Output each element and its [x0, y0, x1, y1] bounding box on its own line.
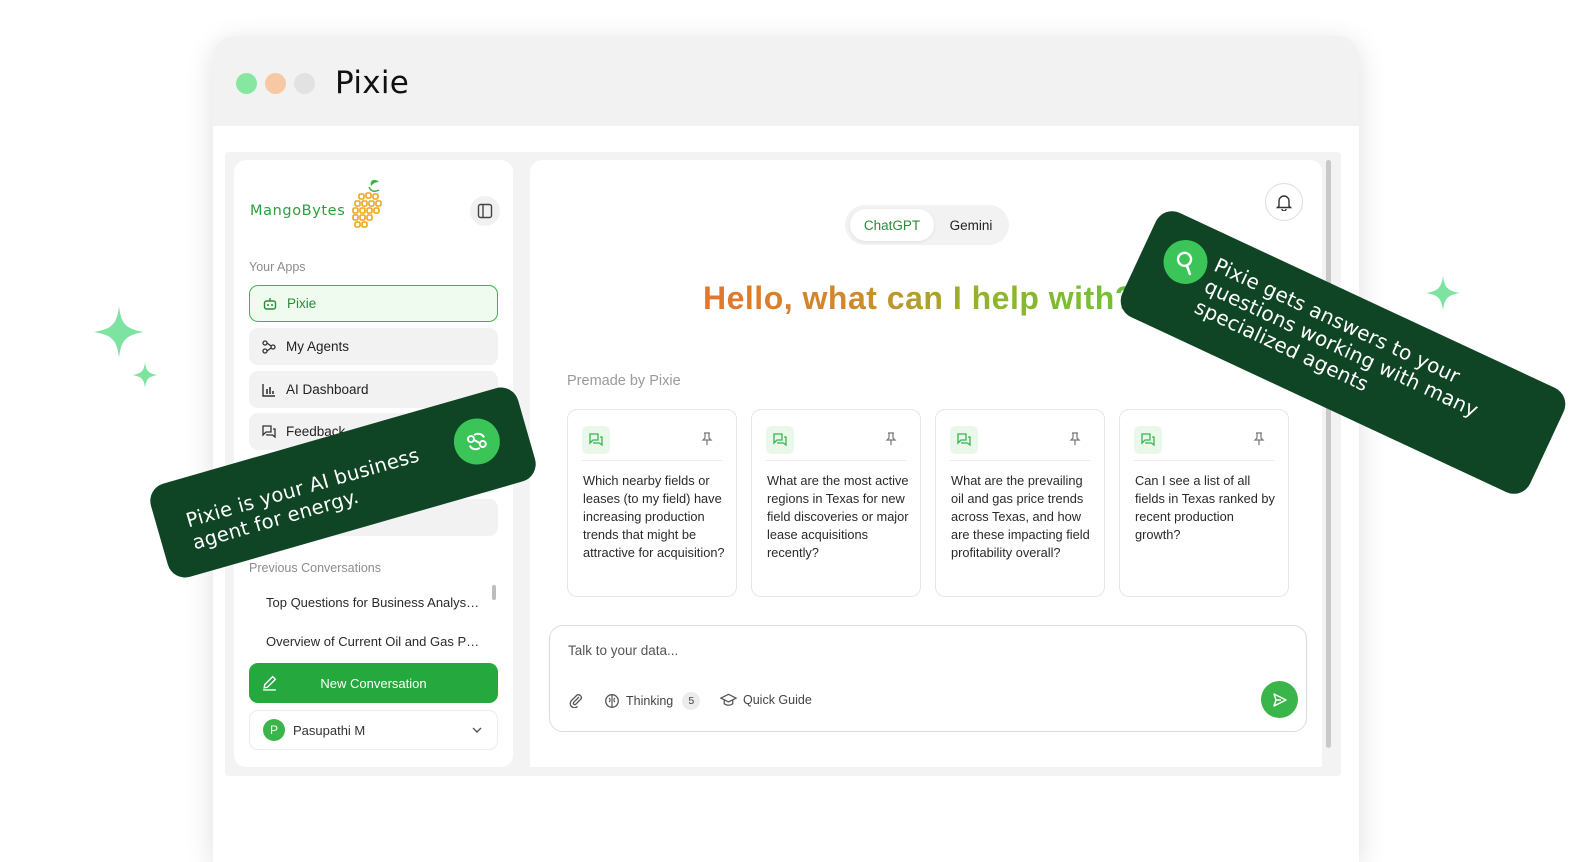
user-menu[interactable]: P Pasupathi M: [249, 710, 498, 750]
prompt-text: What are the prevailing oil and gas pric…: [951, 473, 1090, 560]
pin-icon[interactable]: [1069, 432, 1081, 446]
pin-icon[interactable]: [885, 432, 897, 446]
sidebar-item-my-agents[interactable]: My Agents: [249, 328, 498, 365]
conversations-scrollbar[interactable]: [492, 585, 496, 600]
sidebar-item-label: AI Dashboard: [286, 382, 369, 397]
window-dot-orange[interactable]: [265, 73, 286, 94]
prompt-text: What are the most active regions in Texa…: [767, 473, 909, 560]
thinking-label: Thinking: [626, 694, 674, 708]
thinking-count-badge: 5: [682, 692, 701, 710]
sidebar-item-label: Pixie: [287, 296, 317, 311]
pencil-icon: [263, 675, 277, 691]
send-icon: [1272, 692, 1287, 707]
chat-icon: [950, 426, 978, 454]
graduation-cap-icon: [720, 693, 737, 706]
thinking-toggle[interactable]: Thinking 5: [604, 692, 701, 710]
sidebar-toggle-icon: [477, 203, 493, 219]
card-divider: [582, 460, 722, 461]
logo-text: MangoBytes: [250, 203, 346, 219]
sidebar-collapse-button[interactable]: [470, 196, 500, 226]
quick-guide-label: Quick Guide: [743, 693, 812, 707]
model-option-gemini[interactable]: Gemini: [937, 209, 1005, 241]
conversation-item[interactable]: Overview of Current Oil and Gas P…: [266, 634, 484, 649]
mango-icon: [352, 179, 382, 228]
chat-icon: [582, 426, 610, 454]
chevron-down-icon: [472, 727, 482, 733]
new-conversation-button[interactable]: New Conversation: [249, 663, 498, 703]
bell-icon: [1275, 195, 1293, 211]
bar-chart-icon: [260, 381, 278, 399]
sparkle-icon: [1426, 275, 1460, 311]
notifications-button[interactable]: [1265, 183, 1303, 221]
agents-icon: [260, 338, 278, 356]
premade-prompt-card[interactable]: What are the most active regions in Texa…: [751, 409, 921, 597]
model-switcher: ChatGPT Gemini: [845, 205, 1009, 245]
prompt-text: Which nearby fields or leases (to my fie…: [583, 473, 725, 560]
chat-icon: [260, 423, 278, 441]
card-divider: [766, 460, 906, 461]
window-dot-gray[interactable]: [294, 73, 315, 94]
previous-conversations-label: Previous Conversations: [249, 561, 382, 575]
chat-composer[interactable]: Talk to your data... Thinking 5 Quick Gu…: [549, 625, 1307, 732]
conversation-item[interactable]: Top Questions for Business Analys…: [266, 595, 484, 610]
titlebar: Pixie: [213, 36, 1359, 126]
sparkle-icon: [94, 306, 144, 358]
sidebar-item-pixie[interactable]: Pixie: [249, 285, 498, 322]
premade-prompt-card[interactable]: What are the prevailing oil and gas pric…: [935, 409, 1105, 597]
window-title: Pixie: [335, 65, 410, 101]
your-apps-label: Your Apps: [249, 260, 306, 274]
pin-icon[interactable]: [701, 432, 713, 446]
premade-prompt-card[interactable]: Can I see a list of all fields in Texas …: [1119, 409, 1289, 597]
connect-icon: [448, 413, 506, 470]
brain-icon: [605, 694, 619, 708]
premade-label: Premade by Pixie: [567, 373, 681, 389]
send-button[interactable]: [1261, 681, 1298, 718]
model-option-chatgpt[interactable]: ChatGPT: [850, 209, 934, 241]
prompt-text: Can I see a list of all fields in Texas …: [1135, 473, 1275, 542]
paperclip-icon: [569, 694, 582, 708]
card-divider: [1134, 460, 1274, 461]
chat-input[interactable]: Talk to your data...: [568, 643, 678, 658]
greeting-heading: Hello, what can I help with?: [703, 280, 1135, 316]
brand-logo: MangoBytes: [250, 178, 400, 238]
avatar: P: [263, 719, 285, 741]
sidebar-item-label: My Agents: [286, 339, 350, 354]
attach-button[interactable]: [568, 692, 590, 708]
window-dot-green[interactable]: [236, 73, 257, 94]
robot-icon: [261, 295, 279, 313]
sparkle-icon: [132, 362, 158, 388]
pin-icon[interactable]: [1253, 432, 1265, 446]
main-scrollbar[interactable]: [1326, 160, 1331, 748]
chat-icon: [1134, 426, 1162, 454]
card-divider: [950, 460, 1090, 461]
chat-icon: [766, 426, 794, 454]
premade-prompt-card[interactable]: Which nearby fields or leases (to my fie…: [567, 409, 737, 597]
user-name: Pasupathi M: [293, 722, 366, 738]
quick-guide-button[interactable]: Quick Guide: [720, 692, 812, 708]
new-conversation-label: New Conversation: [320, 675, 427, 691]
